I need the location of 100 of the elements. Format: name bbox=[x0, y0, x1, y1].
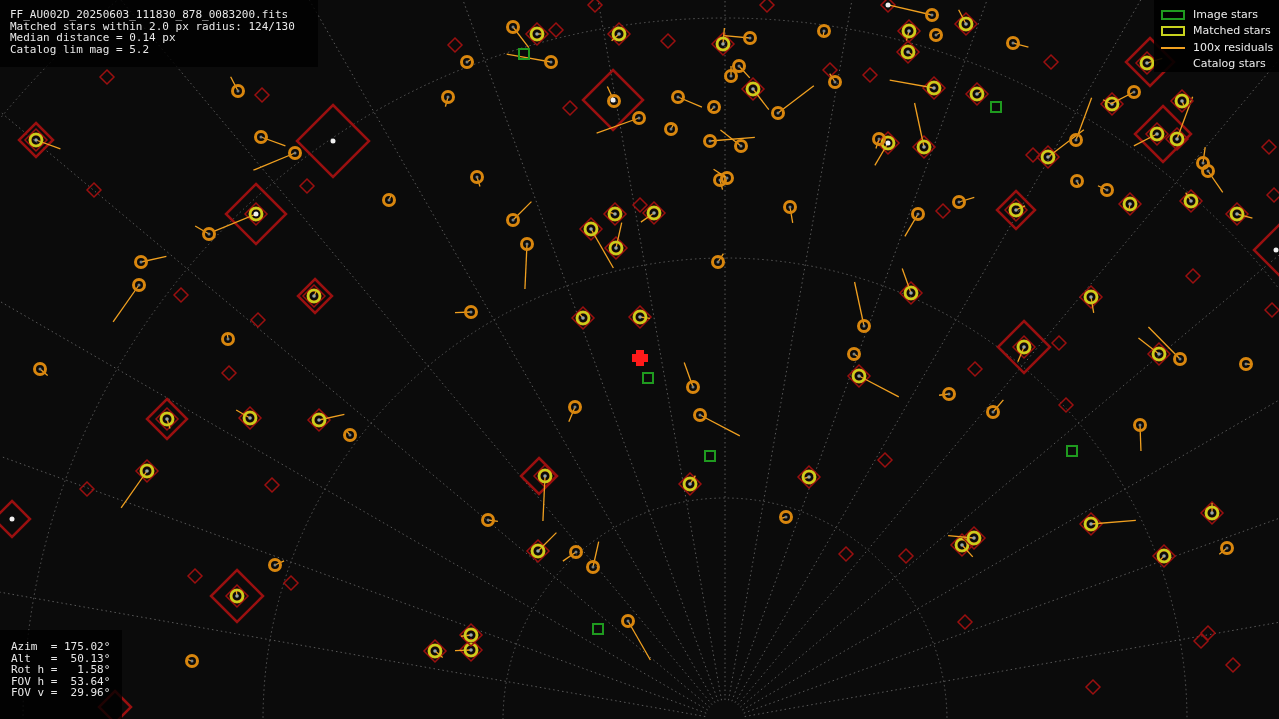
matched-catalog-star-marker bbox=[506, 53, 558, 69]
catalog-star-marker bbox=[837, 545, 855, 563]
bright-star-dot bbox=[330, 138, 336, 144]
catalog-star-marker bbox=[446, 36, 464, 54]
bright-star-dot bbox=[1273, 247, 1279, 253]
matched-star-marker bbox=[23, 127, 62, 153]
matched-star-marker bbox=[458, 622, 484, 648]
matched-catalog-star-marker bbox=[1110, 85, 1141, 105]
catalog-star-marker bbox=[172, 286, 190, 304]
info-text-line: FF_AU002D_20250603_111830_878_0083200.fits bbox=[10, 9, 290, 21]
matched-catalog-star-marker bbox=[481, 513, 499, 527]
catalog-star-marker bbox=[861, 66, 879, 84]
matched-star-marker bbox=[524, 21, 550, 47]
matched-catalog-star-marker bbox=[952, 195, 975, 209]
matched-star-marker bbox=[710, 27, 736, 57]
matched-star-marker bbox=[454, 637, 484, 663]
matched-star-marker bbox=[1137, 337, 1172, 367]
matched-catalog-star-marker bbox=[506, 201, 533, 227]
matched-catalog-star-marker bbox=[506, 20, 530, 49]
catalog-star-marker bbox=[145, 397, 189, 441]
matched-star-marker bbox=[1035, 129, 1085, 170]
matched-catalog-star-marker bbox=[724, 65, 738, 83]
bright-star-dot bbox=[885, 140, 891, 146]
matched-catalog-star-marker bbox=[887, 4, 939, 22]
matched-catalog-star-marker bbox=[621, 614, 652, 661]
catalog-star-marker bbox=[758, 0, 776, 14]
bright-star-dot bbox=[885, 2, 891, 8]
catalog-star-marker bbox=[586, 0, 604, 14]
matched-catalog-star-marker bbox=[1147, 326, 1187, 366]
matched-star-marker bbox=[896, 18, 922, 44]
matched-star-marker bbox=[874, 130, 901, 167]
matched-catalog-star-marker bbox=[1069, 97, 1093, 147]
matched-catalog-star-marker bbox=[853, 281, 871, 333]
matched-star-marker bbox=[898, 267, 924, 306]
matched-catalog-star-marker bbox=[904, 207, 925, 238]
catalog-star-marker bbox=[78, 480, 96, 498]
catalog-star-marker bbox=[296, 277, 334, 315]
catalog-star-marker bbox=[98, 68, 116, 86]
catalog-star-marker bbox=[282, 574, 300, 592]
legend-label: 100x residuals bbox=[1193, 41, 1274, 54]
catalog-star-marker bbox=[0, 499, 32, 539]
matched-star-marker bbox=[301, 283, 327, 309]
legend-label: Image stars bbox=[1193, 8, 1258, 21]
catalog-star-marker bbox=[876, 451, 894, 469]
info-text-line: Azim = 175.02° bbox=[11, 641, 112, 653]
info-text-line: Catalog lim mag = 5.2 bbox=[10, 43, 151, 55]
matched-catalog-star-marker bbox=[723, 31, 757, 45]
matched-catalog-star-marker bbox=[470, 170, 484, 188]
matched-catalog-star-marker bbox=[683, 361, 700, 394]
catalog-star-marker bbox=[897, 547, 915, 565]
matched-catalog-star-marker bbox=[671, 90, 703, 108]
catalog-star-marker bbox=[85, 181, 103, 199]
catalog-star-marker bbox=[1042, 53, 1060, 71]
catalog-star-marker bbox=[659, 32, 677, 50]
matched-catalog-star-marker bbox=[230, 76, 245, 98]
matched-star-marker bbox=[1003, 197, 1029, 223]
matched-star-marker bbox=[422, 638, 448, 664]
matched-star-marker bbox=[532, 463, 558, 522]
matched-catalog-star-marker bbox=[112, 278, 146, 323]
matched-star-marker bbox=[677, 471, 703, 497]
info-text-line: Rot h = 1.58° bbox=[11, 664, 112, 676]
catalog-star-marker bbox=[249, 311, 267, 329]
matched-catalog-star-marker bbox=[986, 399, 1004, 419]
catalog-star-marker bbox=[1263, 301, 1279, 319]
matched-star-marker bbox=[525, 532, 558, 564]
legend-label: Catalog stars bbox=[1193, 58, 1266, 71]
catalog-star-marker bbox=[879, 0, 897, 14]
matched-star-marker bbox=[1199, 500, 1225, 526]
info-text-line: Alt = 50.13° bbox=[11, 652, 112, 664]
matched-catalog-star-marker bbox=[938, 387, 956, 401]
matched-catalog-star-marker bbox=[586, 541, 600, 574]
matched-star-marker bbox=[846, 363, 900, 398]
legend-label: Matched stars bbox=[1193, 25, 1271, 38]
catalog-star-marker bbox=[1084, 678, 1102, 696]
matched-catalog-star-marker bbox=[771, 85, 815, 120]
bright-star-dot bbox=[253, 211, 259, 217]
matched-catalog-star-marker bbox=[1133, 418, 1147, 452]
catalog-star-marker bbox=[1260, 138, 1278, 156]
matched-star-marker bbox=[796, 464, 822, 490]
matched-catalog-star-marker bbox=[194, 225, 216, 241]
matched-star-marker bbox=[1178, 188, 1204, 214]
bright-star-dot bbox=[9, 516, 15, 522]
matched-star-marker bbox=[306, 407, 346, 433]
catalog-star-marker bbox=[995, 189, 1037, 231]
info-text-line: FOV h = 53.64° bbox=[11, 675, 112, 687]
catalog-star-marker bbox=[1024, 146, 1042, 164]
matched-star-marker bbox=[224, 583, 250, 609]
matched-catalog-star-marker bbox=[693, 408, 741, 437]
catalog-star-marker bbox=[220, 364, 238, 382]
catalog-star-marker bbox=[224, 182, 288, 246]
catalog-star-marker bbox=[1184, 267, 1202, 285]
info-text-line: Median distance = 0.14 px bbox=[10, 32, 176, 44]
matched-star-marker bbox=[1099, 91, 1125, 117]
matched-star-marker bbox=[120, 458, 160, 509]
info-text-line: FOV v = 29.96° bbox=[11, 687, 112, 699]
bright-star-dot bbox=[610, 97, 616, 103]
matched-star-marker bbox=[213, 201, 269, 232]
catalog-star-marker bbox=[186, 567, 204, 585]
matched-star-marker bbox=[640, 200, 667, 226]
matched-catalog-star-marker bbox=[783, 200, 797, 224]
